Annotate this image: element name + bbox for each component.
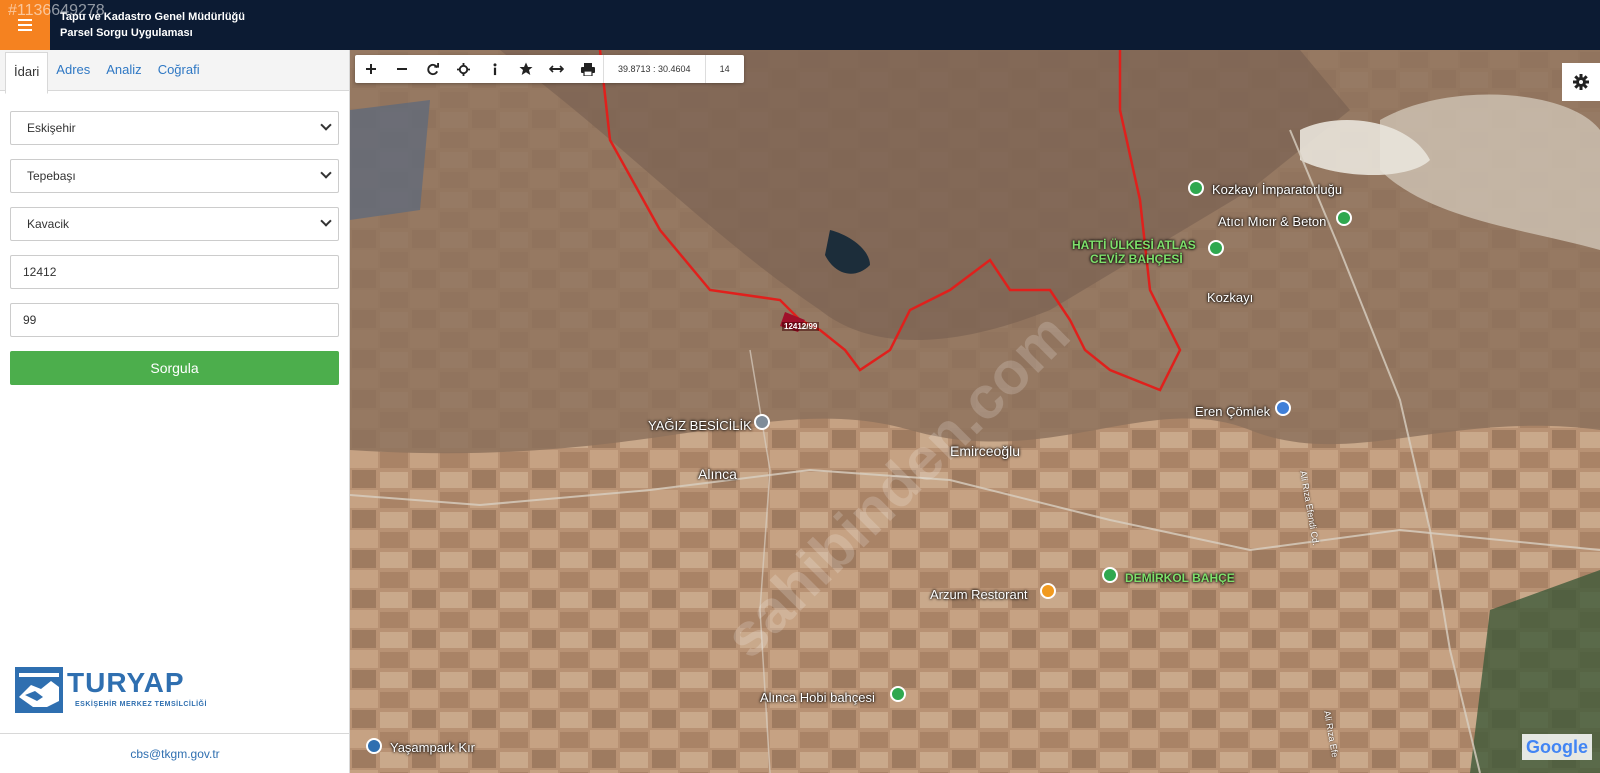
place-eren-comlek[interactable]: Eren Çömlek: [1195, 404, 1270, 419]
province-select[interactable]: Eskişehir: [10, 111, 339, 145]
neighborhood-select[interactable]: Kavacik: [10, 207, 339, 241]
tab-cografi[interactable]: Coğrafi: [150, 50, 208, 90]
block-value: 12412: [23, 265, 57, 279]
measure-icon: [549, 65, 564, 73]
minus-icon: [396, 68, 407, 70]
place-arzum-restorant[interactable]: Arzum Restorant: [930, 587, 1028, 602]
parcel-label: 12412/99: [782, 322, 820, 331]
chevron-down-icon: [320, 215, 332, 227]
block-input[interactable]: 12412: [10, 255, 339, 289]
shop-pin-icon[interactable]: [1275, 400, 1291, 416]
chevron-down-icon: [320, 167, 332, 179]
place-pin-icon[interactable]: [754, 414, 770, 430]
garden-pin-icon[interactable]: [1102, 567, 1118, 583]
measure-button[interactable]: [541, 55, 572, 83]
app-title-line1: Tapu ve Kadastro Genel Müdürlüğü: [60, 11, 245, 23]
handshake-logo-icon: [15, 667, 63, 713]
print-icon: [580, 62, 595, 76]
place-yasampark[interactable]: Yaşampark Kır: [390, 740, 475, 755]
neighborhood-value: Kavacik: [27, 217, 70, 231]
place-pin-icon[interactable]: [366, 738, 382, 754]
zoom-out-button[interactable]: [386, 55, 417, 83]
tab-bar: İdari Adres Analiz Coğrafi: [0, 50, 349, 94]
turyap-logo: TURYAP ESKİŞEHİR MERKEZ TEMSİLCİLİĞİ: [15, 667, 225, 717]
locate-button[interactable]: [448, 55, 479, 83]
plus-icon: [365, 64, 376, 74]
map-view[interactable]: sahibinden.com 12412/99 Kozkayı İmparato…: [350, 50, 1600, 773]
favorite-button[interactable]: [510, 55, 541, 83]
place-alinca[interactable]: Alınca: [698, 466, 737, 482]
star-icon: [519, 62, 532, 75]
tab-idari[interactable]: İdari: [5, 52, 49, 94]
park-pin-icon[interactable]: [1188, 180, 1204, 196]
place-emirceoglu[interactable]: Emirceoğlu: [950, 443, 1020, 459]
sidebar: İdari Adres Analiz Coğrafi Eskişehir Tep…: [0, 50, 350, 773]
satellite-imagery[interactable]: sahibinden.com: [350, 50, 1600, 773]
google-wordmark: Google: [1526, 736, 1588, 757]
top-bar: #1136649278 Tapu ve Kadastro Genel Müdür…: [0, 0, 1600, 50]
coordinate-readout: 39.8713 : 30.4604: [603, 55, 705, 83]
refresh-icon: [427, 62, 439, 75]
query-button[interactable]: Sorgula: [10, 351, 339, 385]
place-pin-icon[interactable]: [1336, 210, 1352, 226]
crosshair-icon: [457, 62, 470, 76]
print-button[interactable]: [572, 55, 603, 83]
province-value: Eskişehir: [27, 121, 76, 135]
refresh-button[interactable]: [417, 55, 448, 83]
place-yagiz-besicilik[interactable]: YAĞIZ BESİCİLİK: [648, 418, 752, 433]
google-attribution[interactable]: Google: [1522, 734, 1592, 760]
logo-wordmark: TURYAP: [67, 667, 185, 698]
map-toolbar: 39.8713 : 30.4604 14: [355, 55, 744, 83]
parcel-value: 99: [23, 313, 37, 327]
chevron-down-icon: [320, 119, 332, 131]
footer: cbs@tkgm.gov.tr: [0, 733, 350, 773]
info-button[interactable]: [479, 55, 510, 83]
place-atici-micir[interactable]: Atıcı Mıcır & Beton: [1218, 214, 1326, 229]
place-alinca-hobi[interactable]: Alınca Hobi bahçesi: [760, 690, 875, 705]
district-value: Tepebaşı: [27, 169, 76, 183]
place-ceviz-bahcesi[interactable]: CEVİZ BAHÇESİ: [1090, 252, 1183, 266]
info-icon: [493, 62, 496, 75]
garden-pin-icon[interactable]: [1208, 240, 1224, 256]
app-title: Tapu ve Kadastro Genel Müdürlüğü Parsel …: [60, 9, 245, 41]
logo-subtext: ESKİŞEHİR MERKEZ TEMSİLCİLİĞİ: [75, 701, 207, 708]
garden-pin-icon[interactable]: [890, 686, 906, 702]
hamburger-icon: [18, 19, 32, 31]
gear-icon: [1573, 74, 1589, 90]
tab-analiz[interactable]: Analiz: [98, 50, 149, 90]
tab-adres[interactable]: Adres: [48, 50, 98, 90]
restaurant-pin-icon[interactable]: [1040, 583, 1056, 599]
place-demirkol-bahce[interactable]: DEMİRKOL BAHÇE: [1125, 571, 1235, 585]
query-form: Eskişehir Tepebaşı Kavacik 12412 99 Sorg…: [0, 91, 349, 385]
zoom-in-button[interactable]: [355, 55, 386, 83]
place-kozkayi-imparatorlugu[interactable]: Kozkayı İmparatorluğu: [1212, 182, 1342, 197]
district-select[interactable]: Tepebaşı: [10, 159, 339, 193]
parcel-input[interactable]: 99: [10, 303, 339, 337]
app-title-line2: Parsel Sorgu Uygulaması: [60, 27, 193, 39]
place-hatti-ulkesi[interactable]: HATTİ ÜLKESİ ATLAS: [1072, 238, 1196, 252]
footer-email[interactable]: cbs@tkgm.gov.tr: [130, 747, 219, 761]
place-kozkayi[interactable]: Kozkayı: [1207, 290, 1253, 305]
settings-button[interactable]: [1562, 63, 1600, 101]
zoom-level-readout: 14: [704, 55, 744, 83]
